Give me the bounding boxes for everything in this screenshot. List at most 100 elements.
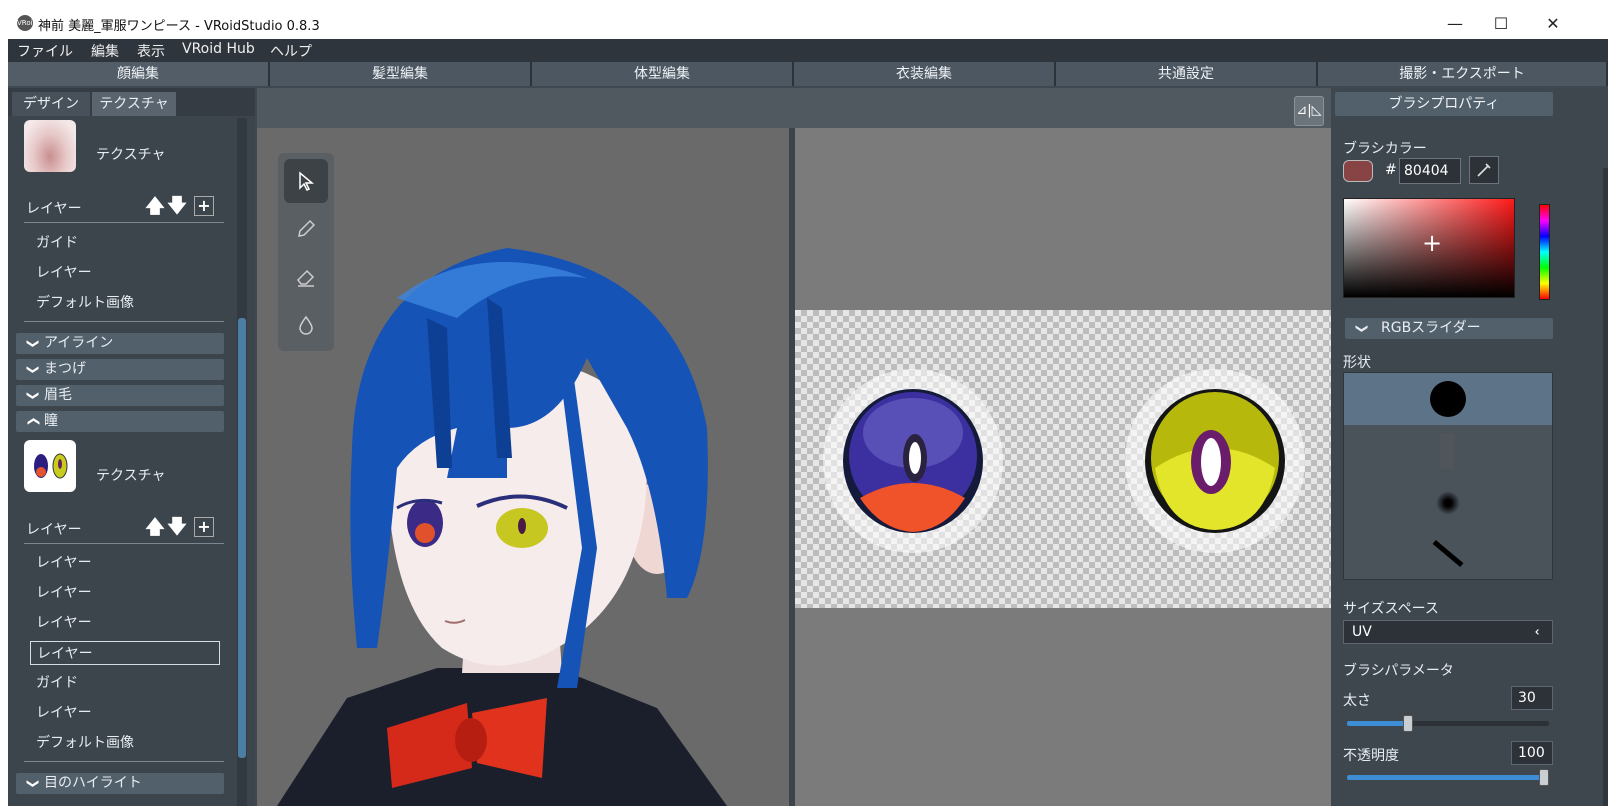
section-label: 目のハイライト bbox=[44, 775, 142, 791]
brush-shape-round[interactable] bbox=[1344, 373, 1552, 425]
maximize-button[interactable]: ☐ bbox=[1478, 8, 1524, 39]
move-layer-up-icon[interactable]: 🡅 bbox=[145, 196, 165, 216]
section-iris[interactable]: ❯ 瞳 bbox=[16, 411, 224, 432]
character-render bbox=[277, 248, 727, 806]
texture-label: テクスチャ bbox=[96, 468, 166, 484]
slider-knob[interactable] bbox=[1539, 769, 1549, 786]
chevron-down-icon: ❯ bbox=[26, 338, 41, 349]
menu-file[interactable]: ファイル bbox=[17, 41, 73, 61]
section-eyeline[interactable]: ❯ アイライン bbox=[16, 333, 224, 354]
section-eye-highlight[interactable]: ❯ 目のハイライト bbox=[16, 773, 224, 794]
texture-label: テクスチャ bbox=[96, 147, 166, 163]
move-layer-down-icon[interactable]: 🡇 bbox=[167, 196, 187, 216]
dropdown-value: UV bbox=[1352, 624, 1372, 640]
section-eyebrows[interactable]: ❯ 眉毛 bbox=[16, 385, 224, 406]
move-layer-up-icon[interactable]: 🡅 bbox=[145, 517, 165, 537]
viewport-toolbar bbox=[257, 88, 1331, 128]
tab-face-edit[interactable]: 顔編集 bbox=[8, 62, 270, 86]
layer-row[interactable]: レイヤー bbox=[30, 701, 220, 725]
menu-bar: ファイル 編集 表示 VRoid Hub ヘルプ bbox=[8, 39, 1608, 62]
brush-shape-rough[interactable] bbox=[1344, 425, 1552, 477]
iris-texture-thumbnail[interactable] bbox=[24, 440, 76, 492]
layer-header: レイヤー bbox=[26, 201, 82, 217]
section-label: RGBスライダー bbox=[1381, 320, 1481, 336]
tab-common-settings[interactable]: 共通設定 bbox=[1056, 62, 1318, 86]
brush-properties-panel: ブラシプロパティ ブラシカラー # 80404 + ❯ RGBスライダー 形状 サ… bbox=[1331, 88, 1608, 806]
mirror-icon[interactable]: ⊿|◺ bbox=[1294, 96, 1324, 126]
tab-photo-export[interactable]: 撮影・エクスポート bbox=[1318, 62, 1608, 86]
tab-body-edit[interactable]: 体型編集 bbox=[532, 62, 794, 86]
section-eyelashes[interactable]: ❯ まつげ bbox=[16, 359, 224, 380]
eraser-tool-icon[interactable] bbox=[284, 255, 328, 299]
iris-thumbnail-art bbox=[34, 453, 68, 479]
hue-slider[interactable] bbox=[1539, 204, 1550, 300]
mouth-texture-thumbnail[interactable] bbox=[24, 120, 76, 172]
hex-color-input[interactable]: 80404 bbox=[1399, 158, 1461, 184]
section-label: アイライン bbox=[44, 335, 114, 351]
brush-color-swatch[interactable] bbox=[1343, 160, 1373, 182]
left-panel: デザイン テクスチャ テクスチャ レイヤー 🡅 🡇 + ガイド レイヤー デフォ… bbox=[8, 88, 255, 806]
app-logo-icon: VRoid bbox=[17, 15, 37, 31]
close-button[interactable]: ✕ bbox=[1530, 8, 1576, 39]
layer-row[interactable]: レイヤー bbox=[30, 581, 220, 605]
menu-view[interactable]: 表示 bbox=[137, 41, 165, 61]
fill-tool-icon[interactable] bbox=[284, 303, 328, 347]
layer-row-default-image[interactable]: デフォルト画像 bbox=[30, 731, 220, 755]
layer-row-selected[interactable]: レイヤー bbox=[30, 641, 220, 665]
thickness-input[interactable]: 30 bbox=[1511, 686, 1553, 710]
add-layer-icon[interactable]: + bbox=[194, 196, 214, 216]
menu-edit[interactable]: 編集 bbox=[91, 41, 119, 61]
left-scrollbar[interactable] bbox=[237, 118, 247, 806]
eyedropper-icon[interactable] bbox=[1469, 156, 1499, 184]
rgb-slider-section[interactable]: ❯ RGBスライダー bbox=[1345, 318, 1553, 339]
select-tool-icon[interactable] bbox=[284, 159, 328, 203]
subtab-texture[interactable]: テクスチャ bbox=[92, 92, 176, 116]
subtab-design[interactable]: デザイン bbox=[12, 92, 90, 116]
divider bbox=[24, 321, 224, 322]
right-scrollbar[interactable] bbox=[1603, 168, 1608, 806]
thickness-slider[interactable] bbox=[1347, 715, 1549, 732]
brush-shape-soft[interactable] bbox=[1344, 477, 1552, 529]
tab-outfit-edit[interactable]: 衣装編集 bbox=[794, 62, 1056, 86]
window-title: 神前 美麗_軍服ワンピース - VRoidStudio 0.8.3 bbox=[38, 19, 320, 34]
size-space-dropdown[interactable]: UV ⌄ bbox=[1343, 620, 1553, 644]
tab-hair-edit[interactable]: 髪型編集 bbox=[270, 62, 532, 86]
scrollbar-thumb[interactable] bbox=[238, 318, 246, 758]
opacity-input[interactable]: 100 bbox=[1511, 741, 1553, 765]
chevron-down-icon: ❯ bbox=[26, 364, 41, 375]
minimize-button[interactable]: — bbox=[1432, 8, 1478, 39]
texture-canvas[interactable] bbox=[795, 128, 1331, 806]
saturation-value-picker[interactable]: + bbox=[1343, 198, 1515, 298]
opacity-slider[interactable] bbox=[1347, 769, 1549, 786]
layer-row[interactable]: レイヤー bbox=[30, 551, 220, 575]
layer-row-guide[interactable]: ガイド bbox=[30, 231, 220, 255]
pen-tool-icon[interactable] bbox=[284, 207, 328, 251]
menu-vroid-hub[interactable]: VRoid Hub bbox=[182, 41, 255, 57]
divider bbox=[24, 761, 224, 762]
section-label: 瞳 bbox=[44, 413, 58, 429]
layer-row-default-image[interactable]: デフォルト画像 bbox=[30, 291, 220, 315]
layer-row-guide[interactable]: ガイド bbox=[30, 671, 220, 695]
section-label: まつげ bbox=[44, 361, 86, 377]
panel-title: ブラシプロパティ bbox=[1335, 92, 1553, 116]
title-bar: VRoid 神前 美麗_軍服ワンピース - VRoidStudio 0.8.3 … bbox=[8, 8, 1608, 39]
divider bbox=[24, 222, 224, 223]
layer-row[interactable]: レイヤー bbox=[30, 611, 220, 635]
left-subtabs: デザイン テクスチャ bbox=[8, 88, 255, 116]
move-layer-down-icon[interactable]: 🡇 bbox=[167, 517, 187, 537]
app-window: VRoid 神前 美麗_軍服ワンピース - VRoidStudio 0.8.3 … bbox=[8, 8, 1608, 806]
divider bbox=[24, 543, 224, 544]
menu-help[interactable]: ヘルプ bbox=[270, 41, 312, 61]
add-layer-icon[interactable]: + bbox=[194, 517, 214, 537]
size-space-label: サイズスペース bbox=[1343, 601, 1439, 617]
thickness-label: 太さ bbox=[1343, 693, 1371, 709]
3d-viewport[interactable] bbox=[257, 128, 789, 806]
slider-fill bbox=[1347, 721, 1408, 726]
brush-shape-list bbox=[1343, 372, 1553, 580]
chevron-down-icon: ❯ bbox=[26, 390, 41, 401]
hash-label: # bbox=[1385, 162, 1397, 178]
brush-shape-diagonal[interactable] bbox=[1344, 529, 1552, 581]
slider-knob[interactable] bbox=[1402, 715, 1413, 732]
slider-fill bbox=[1347, 775, 1549, 780]
layer-row[interactable]: レイヤー bbox=[30, 261, 220, 285]
